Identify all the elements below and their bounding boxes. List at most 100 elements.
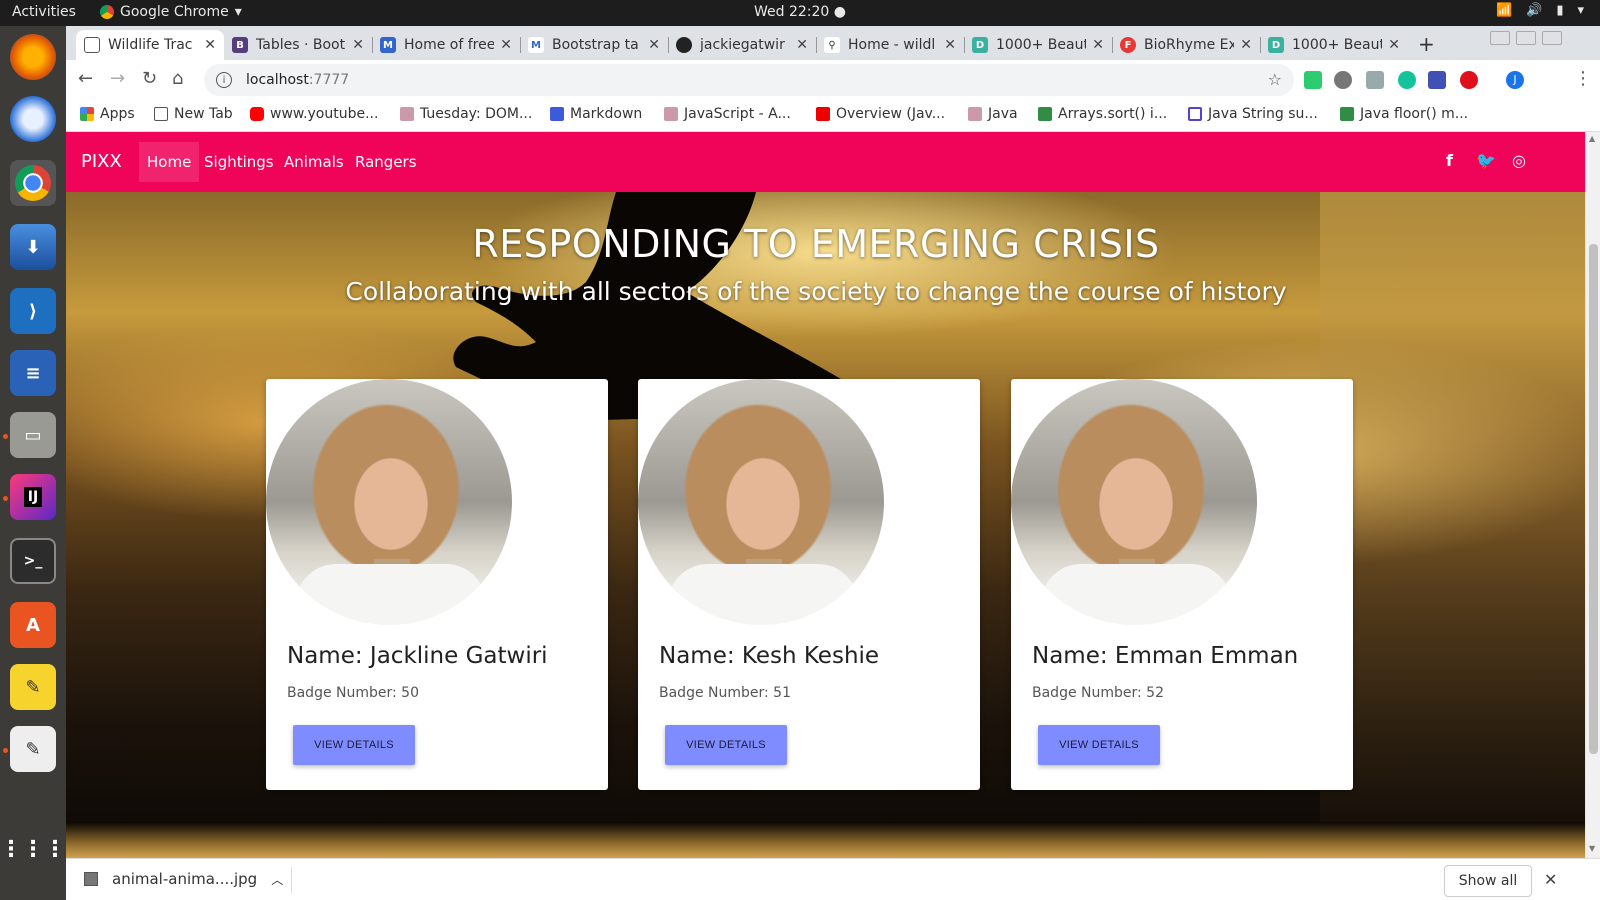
github-icon bbox=[676, 37, 692, 53]
tab-github[interactable]: jackiegatwir ✕ bbox=[668, 30, 816, 60]
scrollbar-thumb[interactable] bbox=[1589, 244, 1598, 754]
thunderbird-icon[interactable] bbox=[10, 96, 56, 142]
twitter-icon[interactable]: 🐦 bbox=[1476, 151, 1496, 170]
chevron-up-icon[interactable]: ︿ bbox=[271, 871, 283, 888]
tab-bootstrap-tables[interactable]: B Tables · Boot ✕ bbox=[224, 30, 372, 60]
clock[interactable]: Wed 22:20 ● bbox=[0, 4, 1600, 20]
bookmark-arrays-sort[interactable]: Arrays.sort() i... bbox=[1038, 106, 1167, 122]
dock: ⬇ ⟩ ≡ ▭ IJ >_ A ✎ ✎ ⋮⋮⋮ bbox=[0, 26, 66, 900]
instagram-icon[interactable]: ◎ bbox=[1512, 151, 1526, 170]
tab-beautiful-1[interactable]: D 1000+ Beauti ✕ bbox=[964, 30, 1112, 60]
nav-animals[interactable]: Animals bbox=[276, 142, 352, 182]
bookmark-youtube[interactable]: www.youtube... bbox=[250, 106, 378, 122]
ranger-name: Name: Jackline Gatwiri bbox=[287, 643, 548, 669]
bookmark-tuesday-dom[interactable]: Tuesday: DOM... bbox=[400, 106, 532, 122]
hero-title: RESPONDING TO EMERGING CRISIS bbox=[472, 222, 1160, 266]
ranger-photo bbox=[638, 379, 884, 625]
chrome-icon[interactable] bbox=[10, 160, 56, 206]
gfg-icon bbox=[1340, 107, 1354, 121]
grammarly-icon[interactable] bbox=[1398, 71, 1416, 89]
extension-icon[interactable] bbox=[1334, 71, 1352, 89]
adblock-icon[interactable] bbox=[1460, 71, 1478, 89]
hero-subtitle: Collaborating with all sectors of the so… bbox=[345, 277, 1287, 306]
heroku-icon: ⚲ bbox=[824, 37, 840, 53]
browser-toolbar: ← → ↻ ⌂ i localhost:7777 ☆ J ⋮ bbox=[66, 60, 1600, 100]
close-icon[interactable]: ✕ bbox=[1544, 870, 1557, 889]
system-tray[interactable]: 📶 🔊 ▮ ▾ bbox=[1496, 3, 1584, 18]
d-icon: D bbox=[972, 37, 988, 53]
tab-wildlife-tracker[interactable]: Wildlife Trac ✕ bbox=[76, 30, 224, 60]
info-icon[interactable]: i bbox=[216, 72, 232, 88]
scroll-up-icon[interactable]: ▲ bbox=[1589, 134, 1595, 143]
tab-bootstrap-mdb[interactable]: M Bootstrap ta ✕ bbox=[520, 30, 668, 60]
tab-heroku-home[interactable]: ⚲ Home - wildl ✕ bbox=[816, 30, 964, 60]
bookmark-java[interactable]: Java bbox=[968, 106, 1018, 122]
tab-beautiful-2[interactable]: D 1000+ Beauti ✕ bbox=[1260, 30, 1408, 60]
nav-sightings[interactable]: Sightings bbox=[196, 142, 282, 182]
terminal-icon[interactable]: >_ bbox=[10, 538, 56, 584]
new-tab-button[interactable]: + bbox=[1418, 32, 1435, 56]
palm-icon bbox=[664, 107, 678, 121]
close-window-button[interactable] bbox=[1542, 31, 1562, 45]
page-icon bbox=[84, 37, 100, 53]
url-port: :7777 bbox=[308, 72, 350, 88]
view-details-button[interactable]: VIEW DETAILS bbox=[1038, 725, 1160, 765]
site-brand[interactable]: PIXX bbox=[81, 151, 122, 172]
bookmark-apps[interactable]: Apps bbox=[80, 106, 135, 122]
ranger-name: Name: Kesh Keshie bbox=[659, 643, 880, 669]
menu-icon[interactable]: ⋮ bbox=[1574, 68, 1592, 89]
address-bar[interactable]: i localhost:7777 ☆ bbox=[204, 64, 1294, 96]
bookmark-java-overview[interactable]: Overview (Jav... bbox=[816, 106, 945, 122]
back-button[interactable]: ← bbox=[78, 68, 93, 89]
show-all-button[interactable]: Show all bbox=[1444, 865, 1532, 897]
bookmark-javascript[interactable]: JavaScript - A... bbox=[664, 106, 791, 122]
close-icon[interactable]: ✕ bbox=[352, 37, 364, 53]
download-manager-icon[interactable]: ⬇ bbox=[10, 224, 56, 270]
notes-icon[interactable]: ✎ bbox=[10, 664, 56, 710]
bookmark-java-floor[interactable]: Java floor() m... bbox=[1340, 106, 1468, 122]
close-icon[interactable]: ✕ bbox=[648, 37, 660, 53]
page-scrollbar[interactable]: ▲ ▼ bbox=[1585, 132, 1600, 858]
bookmark-markdown[interactable]: Markdown bbox=[550, 106, 642, 122]
browser-window: Wildlife Trac ✕ B Tables · Boot ✕ M Home… bbox=[66, 26, 1600, 900]
bookmark-java-string[interactable]: Java String su... bbox=[1188, 106, 1318, 122]
chevron-down-icon: ▾ bbox=[1577, 3, 1584, 18]
bookmark-new-tab[interactable]: New Tab bbox=[154, 106, 233, 122]
close-icon[interactable]: ✕ bbox=[1092, 37, 1104, 53]
tab-biorhyme[interactable]: F BioRhyme Ex ✕ bbox=[1112, 30, 1260, 60]
download-filename: animal-anima....jpg bbox=[112, 870, 258, 888]
file-manager-icon[interactable]: ▭ bbox=[10, 412, 56, 458]
star-icon[interactable]: ☆ bbox=[1268, 70, 1282, 89]
profile-avatar[interactable]: J bbox=[1506, 71, 1524, 89]
text-editor-icon[interactable]: ✎ bbox=[10, 726, 56, 772]
close-icon[interactable]: ✕ bbox=[944, 37, 956, 53]
forward-button[interactable]: → bbox=[110, 68, 125, 89]
maximize-button[interactable] bbox=[1516, 31, 1536, 45]
scroll-down-icon[interactable]: ▼ bbox=[1589, 844, 1595, 853]
close-icon[interactable]: ✕ bbox=[796, 37, 808, 53]
shield-extension-icon[interactable] bbox=[1304, 71, 1322, 89]
download-extension-icon[interactable] bbox=[1366, 71, 1384, 89]
battery-icon: ▮ bbox=[1556, 3, 1564, 18]
minimize-button[interactable] bbox=[1490, 31, 1510, 45]
view-details-button[interactable]: VIEW DETAILS bbox=[293, 725, 415, 765]
text-document-icon[interactable]: ≡ bbox=[10, 350, 56, 396]
nav-rangers[interactable]: Rangers bbox=[347, 142, 425, 182]
close-icon[interactable]: ✕ bbox=[1240, 37, 1252, 53]
firefox-icon[interactable] bbox=[10, 34, 56, 80]
software-center-icon[interactable]: A bbox=[10, 602, 56, 648]
nav-home[interactable]: Home bbox=[139, 142, 200, 182]
close-icon[interactable]: ✕ bbox=[1388, 37, 1400, 53]
tab-mdb-home[interactable]: M Home of free ✕ bbox=[372, 30, 520, 60]
vscode-icon[interactable]: ⟩ bbox=[10, 288, 56, 334]
view-details-button[interactable]: VIEW DETAILS bbox=[665, 725, 787, 765]
home-button[interactable]: ⌂ bbox=[172, 68, 183, 89]
facebook-icon[interactable]: f bbox=[1446, 151, 1453, 170]
download-item[interactable]: animal-anima....jpg ︿ bbox=[84, 870, 283, 888]
close-icon[interactable]: ✕ bbox=[204, 37, 216, 53]
reload-button[interactable]: ↻ bbox=[142, 68, 157, 89]
extension-icon[interactable] bbox=[1428, 71, 1446, 89]
intellij-icon[interactable]: IJ bbox=[10, 474, 56, 520]
show-apps-icon[interactable]: ⋮⋮⋮ bbox=[0, 826, 66, 872]
close-icon[interactable]: ✕ bbox=[500, 37, 512, 53]
